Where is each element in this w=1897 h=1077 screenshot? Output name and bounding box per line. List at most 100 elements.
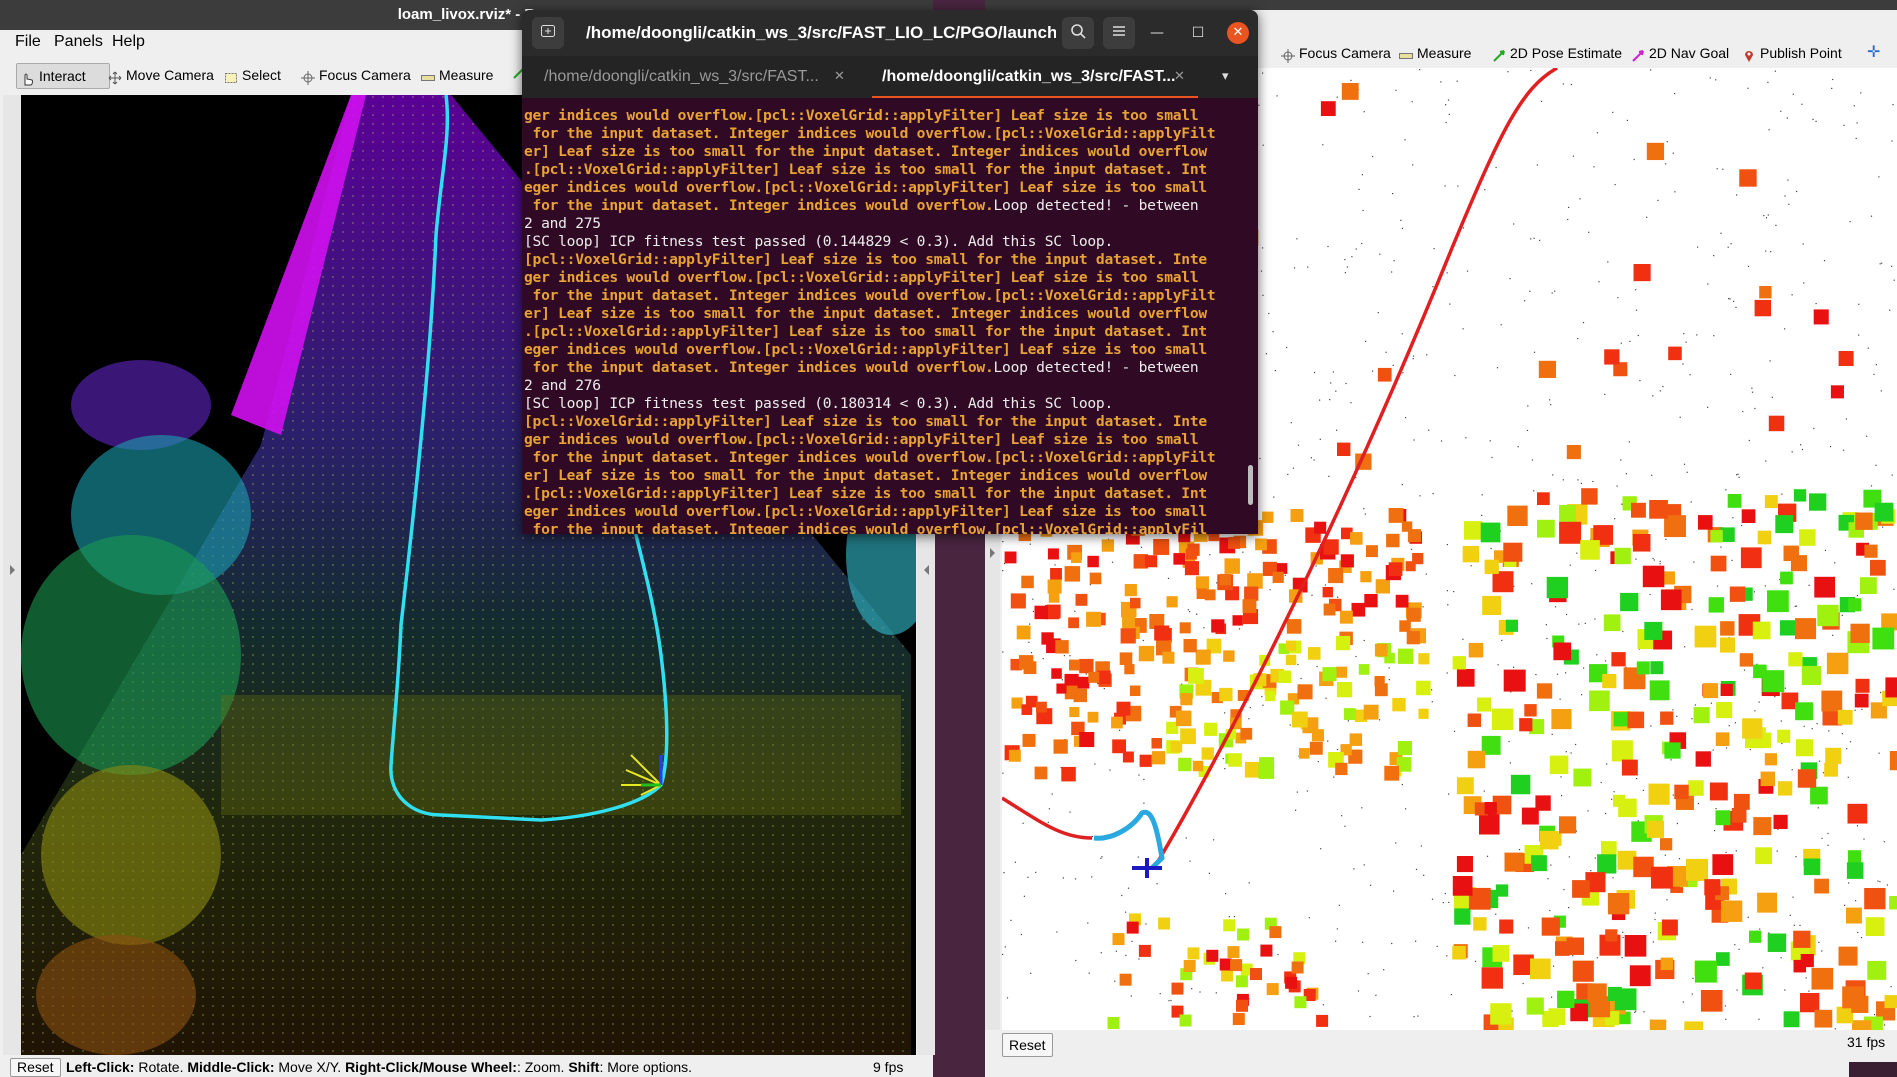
map-voxel-square (1336, 682, 1353, 698)
map-voxel-square (1597, 854, 1617, 874)
tab-close-icon[interactable]: ✕ (1174, 56, 1185, 98)
terminal-tab-2[interactable]: /home/doongli/catkin_ws_3/src/FAST... (882, 56, 1175, 98)
menu-file[interactable]: File (15, 33, 41, 51)
terminal-window[interactable]: /home/doongli/catkin_ws_3/src/FAST_LIO_L… (522, 10, 1258, 534)
map-voxel-square (1201, 747, 1214, 760)
map-voxel-square (1492, 945, 1510, 962)
map-voxel-square (1710, 530, 1723, 543)
map-voxel-square (1173, 553, 1185, 565)
map-voxel-square (1715, 732, 1730, 746)
add-tool-icon[interactable]: ✛ (1867, 42, 1880, 62)
menu-panels[interactable]: Panels (54, 33, 103, 51)
map-voxel-square (1650, 661, 1664, 675)
tool-select[interactable]: Select (220, 63, 285, 87)
map-voxel-square (1247, 573, 1263, 589)
map-voxel-square (1363, 704, 1379, 720)
map-voxel-square (1686, 858, 1708, 881)
map-voxel-square (1122, 615, 1136, 629)
map-voxel-square (1219, 573, 1231, 586)
map-voxel-square (1549, 755, 1569, 775)
tool-focus-camera[interactable]: Focus Camera (297, 63, 415, 87)
hint-action: : More options. (599, 1059, 693, 1075)
map-voxel-square (1223, 650, 1235, 662)
map-voxel-square (1793, 930, 1811, 948)
close-button[interactable]: ✕ (1227, 22, 1249, 44)
map-voxel-square (1867, 960, 1887, 980)
map-voxel-square (1366, 545, 1378, 558)
map-voxel-square (1335, 762, 1348, 776)
map-voxel-square (1660, 838, 1673, 851)
map-voxel-square (1830, 385, 1844, 399)
map-voxel-square (1780, 571, 1793, 585)
hand-pointer-icon (21, 69, 35, 86)
reset-button[interactable]: Reset (1002, 1033, 1053, 1057)
map-voxel-square (1589, 690, 1610, 712)
terminal-line: [SC loop] ICP fitness test passed (0.144… (524, 233, 1248, 251)
map-voxel-square (1566, 445, 1581, 460)
map-voxel-square (1775, 515, 1794, 534)
map-voxel-square (1559, 816, 1577, 834)
tool-focus-camera-right[interactable]: Focus Camera (1277, 41, 1395, 65)
left-panel-collapse[interactable] (3, 95, 21, 1055)
search-button[interactable] (1062, 17, 1094, 49)
map-voxel-square (1010, 593, 1026, 609)
tabs-dropdown-icon[interactable]: ▾ (1222, 56, 1229, 98)
tab-close-icon[interactable]: ✕ (834, 56, 845, 98)
tool-2d-nav-goal[interactable]: 2D Nav Goal (1627, 41, 1733, 65)
map-voxel-square (1624, 935, 1647, 957)
reset-button[interactable]: Reset (10, 1058, 61, 1077)
map-voxel-square (1526, 997, 1544, 1015)
menu-help[interactable]: Help (112, 33, 145, 51)
terminal-line-warning-text: .[pcl::VoxelGrid::applyFilter] Leaf size… (524, 485, 1207, 502)
tool-move-camera[interactable]: Move Camera (104, 63, 218, 87)
hint-key: Left-Click: (66, 1059, 135, 1075)
tool-publish-point[interactable]: Publish Point (1738, 41, 1846, 65)
map-voxel-square (1783, 1011, 1800, 1028)
hint-key: Middle-Click: (187, 1059, 275, 1075)
map-voxel-square (1688, 780, 1704, 796)
map-voxel-square (1814, 1009, 1833, 1028)
map-voxel-square (1122, 751, 1134, 763)
new-tab-button[interactable] (532, 17, 564, 49)
map-voxel-square (1294, 996, 1307, 1009)
maximize-button[interactable]: ☐ (1188, 23, 1208, 43)
map-voxel-square (1055, 640, 1069, 654)
map-voxel-square (1491, 708, 1514, 731)
map-voxel-square (1710, 555, 1727, 572)
map-voxel-square (1138, 645, 1155, 662)
map-voxel-square (1187, 543, 1200, 556)
map-voxel-square (1195, 576, 1209, 590)
map-voxel-square (1269, 926, 1282, 939)
map-voxel-square (1089, 572, 1102, 585)
tool-2d-pose-estimate[interactable]: 2D Pose Estimate (1488, 41, 1626, 65)
tool-measure-right[interactable]: Measure (1395, 41, 1475, 65)
map-voxel-square (1260, 944, 1273, 957)
map-voxel-square (1075, 593, 1088, 606)
minimize-button[interactable]: — (1147, 23, 1167, 43)
tool-measure[interactable]: Measure (417, 63, 497, 87)
map-voxel-square (1116, 701, 1131, 716)
map-voxel-square (1503, 542, 1523, 562)
terminal-scrollbar[interactable] (1248, 465, 1253, 505)
magenta-arrow-icon (1631, 46, 1645, 62)
map-voxel-square (1872, 627, 1895, 650)
tool-interact[interactable]: Interact (16, 63, 110, 89)
map-voxel-square (1788, 652, 1803, 667)
map-voxel-square (1754, 299, 1771, 317)
map-voxel-square (1607, 893, 1630, 915)
terminal-title: /home/doongli/catkin_ws_3/src/FAST_LIO_L… (586, 23, 1056, 42)
map-voxel-square (1884, 995, 1897, 1009)
terminal-line: [pcl::VoxelGrid::applyFilter] Leaf size … (524, 251, 1248, 269)
map-voxel-square (1709, 782, 1728, 801)
terminal-tab-1[interactable]: /home/doongli/catkin_ws_3/src/FAST... (544, 56, 819, 98)
map-voxel-square (1258, 763, 1275, 779)
map-voxel-square (1456, 856, 1473, 873)
map-voxel-square (1604, 349, 1620, 365)
terminal-output[interactable]: ger indices would overflow.[pcl::VoxelGr… (524, 107, 1248, 534)
map-voxel-square (1824, 762, 1838, 777)
menu-button[interactable] (1103, 17, 1135, 49)
map-voxel-square (1219, 687, 1233, 702)
hint-key: Right-Click/Mouse Wheel: (345, 1059, 517, 1075)
map-voxel-square (1573, 768, 1592, 787)
map-voxel-square (1088, 671, 1100, 683)
